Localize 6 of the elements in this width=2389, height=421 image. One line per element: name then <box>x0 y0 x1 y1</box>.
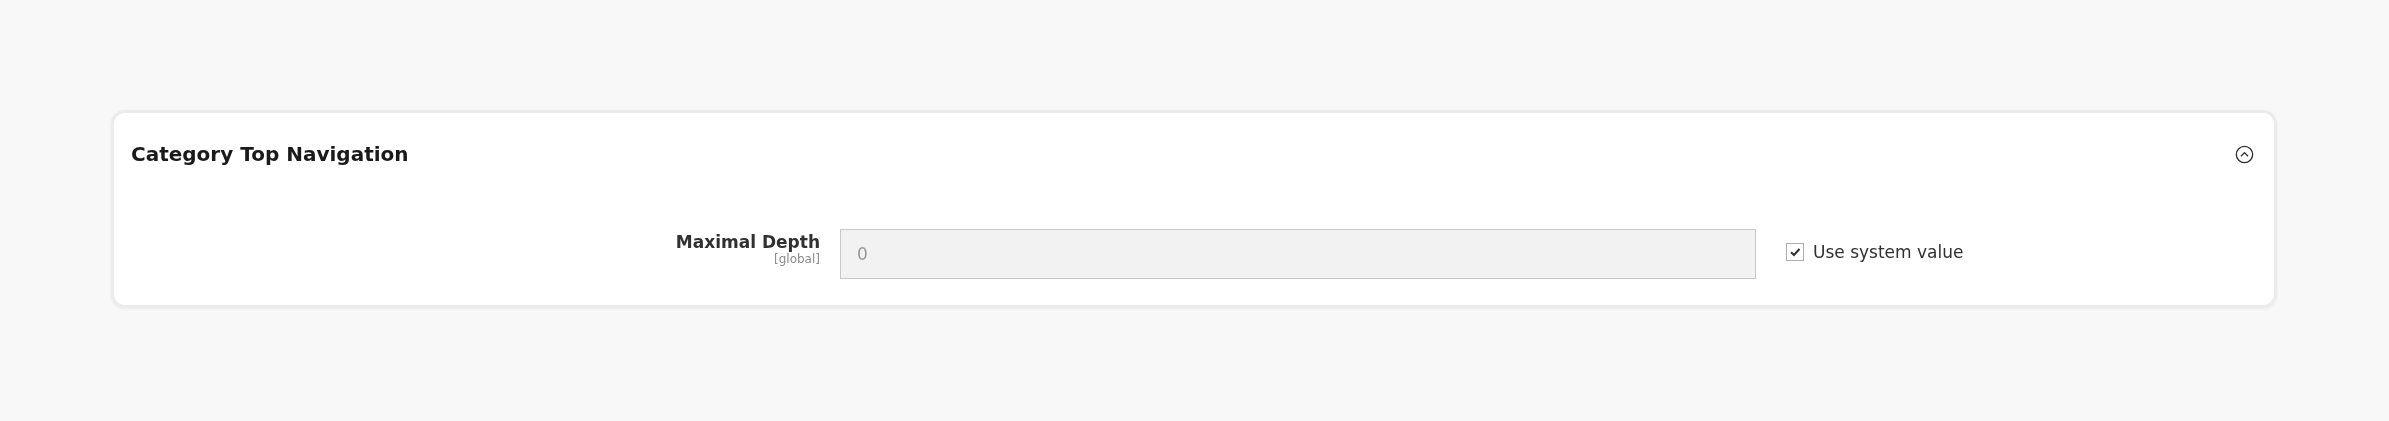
field-label: Maximal Depth <box>675 232 820 252</box>
scope-label: [global] <box>774 252 820 266</box>
collapse-icon[interactable] <box>2235 144 2254 164</box>
section-title: Category Top Navigation <box>131 142 409 166</box>
checkmark-icon <box>1789 246 1801 258</box>
checkbox-label: Use system value <box>1813 242 1964 262</box>
